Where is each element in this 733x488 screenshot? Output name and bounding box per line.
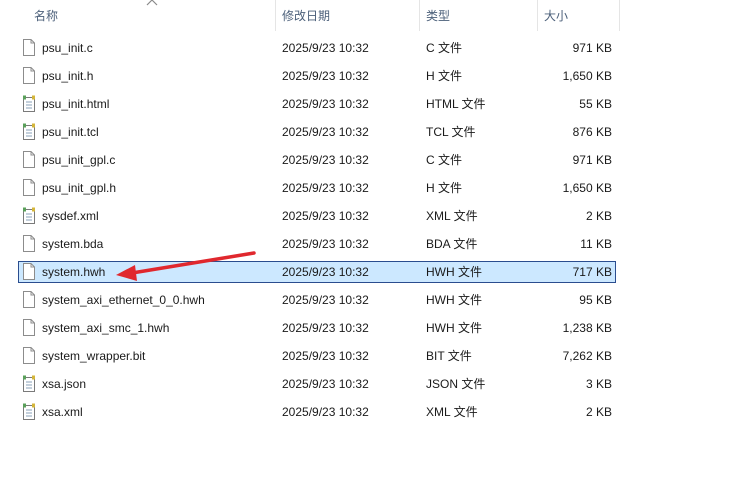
notepad-file-icon (23, 207, 35, 224)
file-name: xsa.xml (42, 405, 83, 419)
file-name: system.bda (42, 237, 104, 251)
file-modified-date: 2025/9/23 10:32 (282, 405, 369, 419)
file-modified-date: 2025/9/23 10:32 (282, 41, 369, 55)
file-type: BDA 文件 (426, 237, 478, 251)
file-size: 971 KB (572, 41, 612, 55)
file-modified-date: 2025/9/23 10:32 (282, 293, 369, 307)
file-modified-date: 2025/9/23 10:32 (282, 237, 369, 251)
blank-file-icon (23, 179, 35, 196)
file-modified-date: 2025/9/23 10:32 (282, 377, 369, 391)
file-modified-date: 2025/9/23 10:32 (282, 209, 369, 223)
file-row[interactable]: system_axi_smc_1.hwh 2025/9/23 10:32 HWH 文… (18, 317, 616, 339)
file-modified-date: 2025/9/23 10:32 (282, 265, 369, 279)
blank-file-icon (23, 67, 35, 84)
file-type: XML 文件 (426, 405, 478, 419)
file-modified-date: 2025/9/23 10:32 (282, 97, 369, 111)
file-row[interactable]: system_axi_ethernet_0_0.hwh 2025/9/23 10:… (18, 289, 616, 311)
file-row[interactable]: psu_init.c 2025/9/23 10:32 C 文件 971 KB (18, 37, 616, 59)
notepad-file-icon (23, 95, 35, 112)
file-row[interactable]: system.hwh 2025/9/23 10:32 HWH 文件 717 KB (18, 261, 616, 283)
file-size: 971 KB (572, 153, 612, 167)
file-type: H 文件 (426, 181, 463, 195)
file-size: 2 KB (585, 405, 612, 419)
file-size: 11 KB (580, 237, 612, 251)
file-row[interactable]: system_wrapper.bit 2025/9/23 10:32 BIT 文件 7… (18, 345, 616, 367)
file-size: 1,650 KB (562, 69, 612, 83)
file-modified-date: 2025/9/23 10:32 (282, 69, 369, 83)
file-name: psu_init.tcl (42, 125, 99, 139)
file-row[interactable]: sysdef.xml 2025/9/23 10:32 XML 文件 2 KB (18, 205, 616, 227)
file-type: HWH 文件 (426, 265, 482, 279)
file-modified-date: 2025/9/23 10:32 (282, 321, 369, 335)
file-row[interactable]: psu_init_gpl.c 2025/9/23 10:32 C 文件 971 KB (18, 149, 616, 171)
column-divider[interactable] (419, 0, 420, 31)
file-row[interactable]: psu_init.html 2025/9/23 10:32 HTML 文件 55 KB (18, 93, 616, 115)
column-divider[interactable] (275, 0, 276, 31)
file-size: 7,262 KB (562, 349, 612, 363)
blank-file-icon (23, 235, 35, 252)
blank-file-icon (23, 347, 35, 364)
column-divider[interactable] (537, 0, 538, 31)
file-name: system.hwh (42, 265, 106, 279)
file-type: HTML 文件 (426, 97, 486, 111)
file-type: TCL 文件 (426, 125, 476, 139)
blank-file-icon (23, 291, 35, 308)
file-row[interactable]: psu_init_gpl.h 2025/9/23 10:32 H 文件 1,650 K… (18, 177, 616, 199)
file-row[interactable]: system.bda 2025/9/23 10:32 BDA 文件 11 KB (18, 233, 616, 255)
file-type: C 文件 (426, 41, 463, 55)
file-row[interactable]: psu_init.h 2025/9/23 10:32 H 文件 1,650 KB (18, 65, 616, 87)
file-type: BIT 文件 (426, 349, 472, 363)
file-size: 55 KB (579, 97, 612, 111)
file-name: system_wrapper.bit (42, 349, 146, 363)
sort-ascending-icon[interactable] (146, 0, 158, 6)
file-row[interactable]: psu_init.tcl 2025/9/23 10:32 TCL 文件 876 KB (18, 121, 616, 143)
file-size: 1,650 KB (562, 181, 612, 195)
file-size: 876 KB (572, 125, 612, 139)
blank-file-icon (23, 319, 35, 336)
file-name: system_axi_ethernet_0_0.hwh (42, 293, 205, 307)
file-modified-date: 2025/9/23 10:32 (282, 181, 369, 195)
column-header-size[interactable]: 大小 (544, 0, 568, 31)
file-type: HWH 文件 (426, 321, 482, 335)
file-row[interactable]: xsa.json 2025/9/23 10:32 JSON 文件 3 KB (18, 373, 616, 395)
notepad-file-icon (23, 375, 35, 392)
blank-file-icon (23, 151, 35, 168)
file-size: 717 KB (572, 265, 612, 279)
file-type: H 文件 (426, 69, 463, 83)
file-size: 95 KB (579, 293, 612, 307)
file-name: psu_init.html (42, 97, 110, 111)
file-size: 3 KB (585, 377, 612, 391)
file-name: psu_init_gpl.c (42, 153, 116, 167)
blank-file-icon (23, 39, 35, 56)
notepad-file-icon (23, 123, 35, 140)
column-header-date[interactable]: 修改日期 (282, 0, 330, 31)
file-type: C 文件 (426, 153, 463, 167)
file-type: HWH 文件 (426, 293, 482, 307)
file-modified-date: 2025/9/23 10:32 (282, 125, 369, 139)
file-name: sysdef.xml (42, 209, 99, 223)
notepad-file-icon (23, 403, 35, 420)
file-row[interactable]: xsa.xml 2025/9/23 10:32 XML 文件 2 KB (18, 401, 616, 423)
file-type: JSON 文件 (426, 377, 486, 391)
column-header-name[interactable]: 名称 (34, 0, 58, 31)
file-modified-date: 2025/9/23 10:32 (282, 349, 369, 363)
file-name: psu_init.h (42, 69, 94, 83)
file-name: xsa.json (42, 377, 87, 391)
file-name: system_axi_smc_1.hwh (42, 321, 170, 335)
column-divider[interactable] (619, 0, 620, 31)
column-header-type[interactable]: 类型 (426, 0, 450, 31)
file-type: XML 文件 (426, 209, 478, 223)
file-name: psu_init_gpl.h (42, 181, 117, 195)
file-size: 2 KB (585, 209, 612, 223)
file-name: psu_init.c (42, 41, 93, 55)
blank-file-icon (23, 263, 35, 280)
file-modified-date: 2025/9/23 10:32 (282, 153, 369, 167)
file-size: 1,238 KB (562, 321, 612, 335)
column-header-bar: 名称 修改日期 类型 大小 (0, 0, 733, 32)
